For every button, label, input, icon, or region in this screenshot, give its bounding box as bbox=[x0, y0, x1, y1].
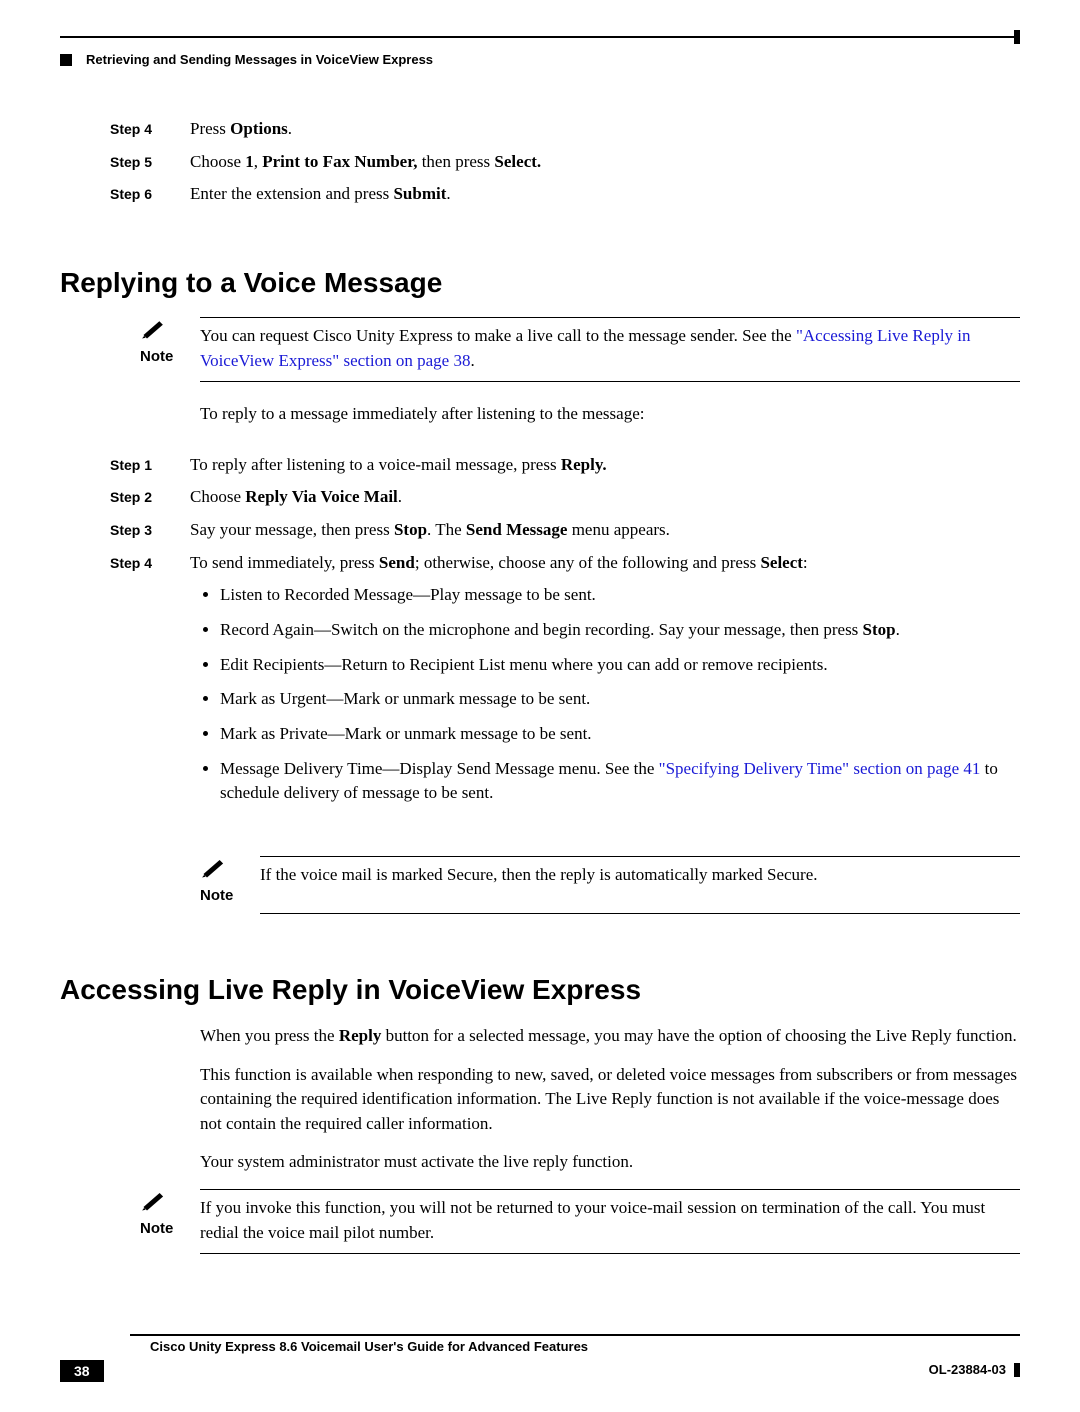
list-item: Record Again—Switch on the microphone an… bbox=[220, 618, 1020, 643]
step-label: Step 4 bbox=[110, 117, 190, 142]
step-text: To reply after listening to a voice-mail… bbox=[190, 453, 1020, 478]
note-label: Note bbox=[200, 887, 233, 904]
note-label: Note bbox=[140, 348, 173, 365]
list-item: Mark as Urgent—Mark or unmark message to… bbox=[220, 687, 1020, 712]
step-text: Say your message, then press Stop. The S… bbox=[190, 518, 1020, 543]
footer: Cisco Unity Express 8.6 Voicemail User's… bbox=[60, 1334, 1020, 1382]
reply-steps-block: Step 1 To reply after listening to a voi… bbox=[110, 453, 1020, 816]
note-label: Note bbox=[140, 1220, 173, 1237]
pencil-icon bbox=[200, 856, 228, 883]
note-body: If you invoke this function, you will no… bbox=[200, 1189, 1020, 1245]
list-item: Listen to Recorded Message—Play message … bbox=[220, 583, 1020, 608]
doc-id: OL-23884-03 bbox=[929, 1362, 1006, 1377]
step-label: Step 4 bbox=[110, 551, 190, 816]
footer-end-marker bbox=[1014, 1363, 1020, 1377]
step-label: Step 1 bbox=[110, 453, 190, 478]
section-heading-accessing: Accessing Live Reply in VoiceView Expres… bbox=[60, 974, 1020, 1006]
chapter-title: Retrieving and Sending Messages in Voice… bbox=[86, 52, 433, 67]
pencil-icon bbox=[140, 1189, 168, 1216]
header-marker bbox=[60, 54, 72, 66]
step-label: Step 5 bbox=[110, 150, 190, 175]
body-paragraph: Your system administrator must activate … bbox=[200, 1150, 1020, 1175]
step-text: To send immediately, press Send; otherwi… bbox=[190, 551, 1020, 816]
footer-title: Cisco Unity Express 8.6 Voicemail User's… bbox=[150, 1339, 588, 1354]
bullet-list: Listen to Recorded Message—Play message … bbox=[220, 583, 1020, 805]
pencil-icon bbox=[140, 317, 168, 344]
step-text: Enter the extension and press Submit. bbox=[190, 182, 1020, 207]
step-text: Press Options. bbox=[190, 117, 1020, 142]
body-paragraph: When you press the Reply button for a se… bbox=[200, 1024, 1020, 1049]
section-heading-replying: Replying to a Voice Message bbox=[60, 267, 1020, 299]
step-label: Step 2 bbox=[110, 485, 190, 510]
intro-text: To reply to a message immediately after … bbox=[200, 402, 1020, 427]
step-text: Choose 1, Print to Fax Number, then pres… bbox=[190, 150, 1020, 175]
note-body: If the voice mail is marked Secure, then… bbox=[260, 856, 1020, 905]
step-label: Step 6 bbox=[110, 182, 190, 207]
top-steps-block: Step 4 Press Options. Step 5 Choose 1, P… bbox=[110, 117, 1020, 207]
body-paragraph: This function is available when respondi… bbox=[200, 1063, 1020, 1137]
note-body: You can request Cisco Unity Express to m… bbox=[200, 317, 1020, 373]
list-item: Message Delivery Time—Display Send Messa… bbox=[220, 757, 1020, 806]
step-text: Choose Reply Via Voice Mail. bbox=[190, 485, 1020, 510]
link-specifying-delivery-time[interactable]: "Specifying Delivery Time" section on pa… bbox=[659, 759, 981, 778]
page-number: 38 bbox=[60, 1360, 104, 1382]
list-item: Edit Recipients—Return to Recipient List… bbox=[220, 653, 1020, 678]
step-label: Step 3 bbox=[110, 518, 190, 543]
list-item: Mark as Private—Mark or unmark message t… bbox=[220, 722, 1020, 747]
